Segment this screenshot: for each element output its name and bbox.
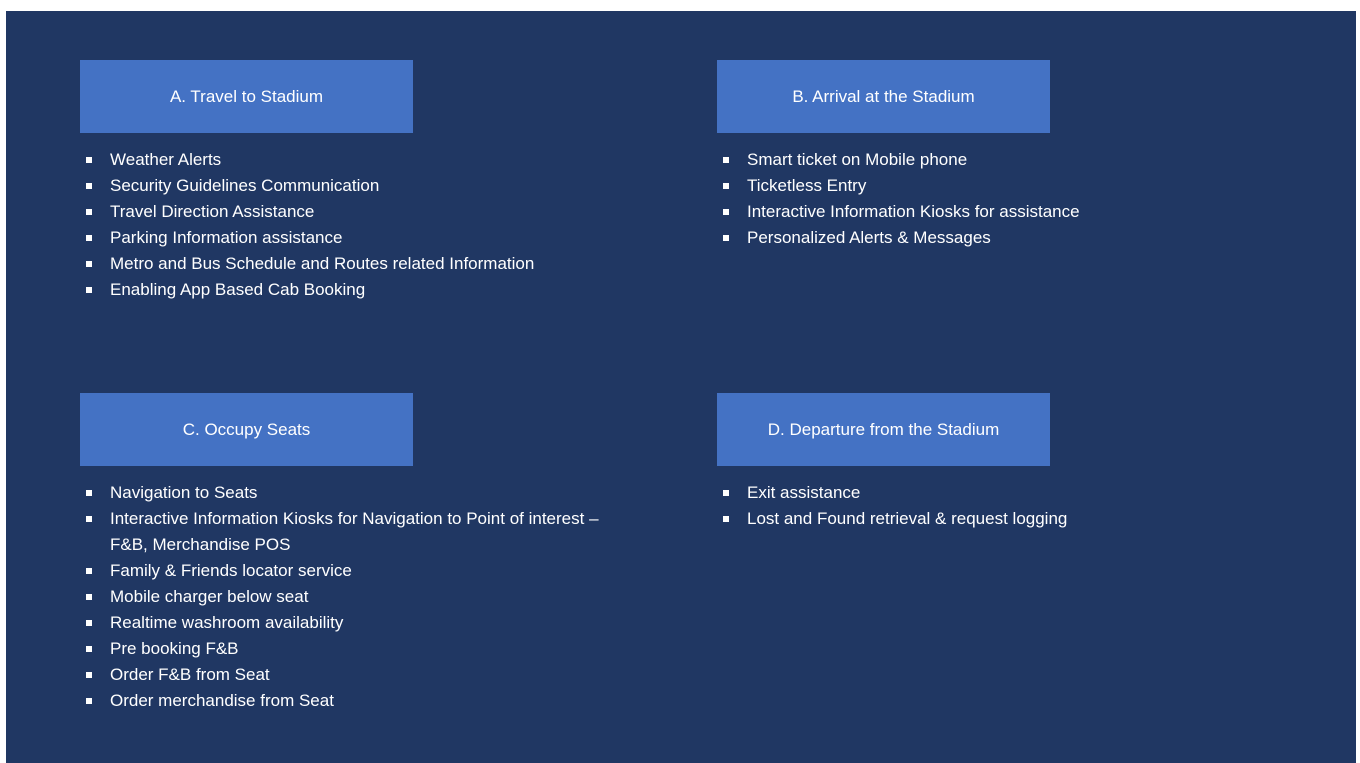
section-travel-to-stadium: A. Travel to Stadium Weather Alerts Secu…	[80, 60, 540, 303]
section-header: D. Departure from the Stadium	[717, 393, 1050, 466]
slide-background: A. Travel to Stadium Weather Alerts Secu…	[6, 11, 1356, 763]
list-item: Exit assistance	[717, 480, 1277, 506]
section-header: A. Travel to Stadium	[80, 60, 413, 133]
bullet-list: Navigation to Seats Interactive Informat…	[80, 480, 600, 714]
list-item: Navigation to Seats	[80, 480, 600, 506]
list-item: Parking Information assistance	[80, 225, 540, 251]
section-occupy-seats: C. Occupy Seats Navigation to Seats Inte…	[80, 393, 600, 714]
list-item: Travel Direction Assistance	[80, 199, 540, 225]
section-header: B. Arrival at the Stadium	[717, 60, 1050, 133]
list-item: Order merchandise from Seat	[80, 688, 600, 714]
bullet-list: Smart ticket on Mobile phone Ticketless …	[717, 147, 1277, 251]
list-item: Mobile charger below seat	[80, 584, 600, 610]
list-item: Security Guidelines Communication	[80, 173, 540, 199]
list-item: Family & Friends locator service	[80, 558, 600, 584]
list-item: Interactive Information Kiosks for assis…	[717, 199, 1277, 225]
list-item: Smart ticket on Mobile phone	[717, 147, 1277, 173]
list-item: Personalized Alerts & Messages	[717, 225, 1277, 251]
section-departure-from-stadium: D. Departure from the Stadium Exit assis…	[717, 393, 1277, 532]
list-item: Metro and Bus Schedule and Routes relate…	[80, 251, 540, 277]
list-item: Weather Alerts	[80, 147, 540, 173]
list-item: Pre booking F&B	[80, 636, 600, 662]
list-item: Order F&B from Seat	[80, 662, 600, 688]
list-item: Lost and Found retrieval & request loggi…	[717, 506, 1277, 532]
section-arrival-at-stadium: B. Arrival at the Stadium Smart ticket o…	[717, 60, 1277, 251]
list-item: Realtime washroom availability	[80, 610, 600, 636]
list-item: Enabling App Based Cab Booking	[80, 277, 540, 303]
list-item: Interactive Information Kiosks for Navig…	[80, 506, 600, 558]
list-item: Ticketless Entry	[717, 173, 1277, 199]
bullet-list: Weather Alerts Security Guidelines Commu…	[80, 147, 540, 303]
bullet-list: Exit assistance Lost and Found retrieval…	[717, 480, 1277, 532]
section-header: C. Occupy Seats	[80, 393, 413, 466]
